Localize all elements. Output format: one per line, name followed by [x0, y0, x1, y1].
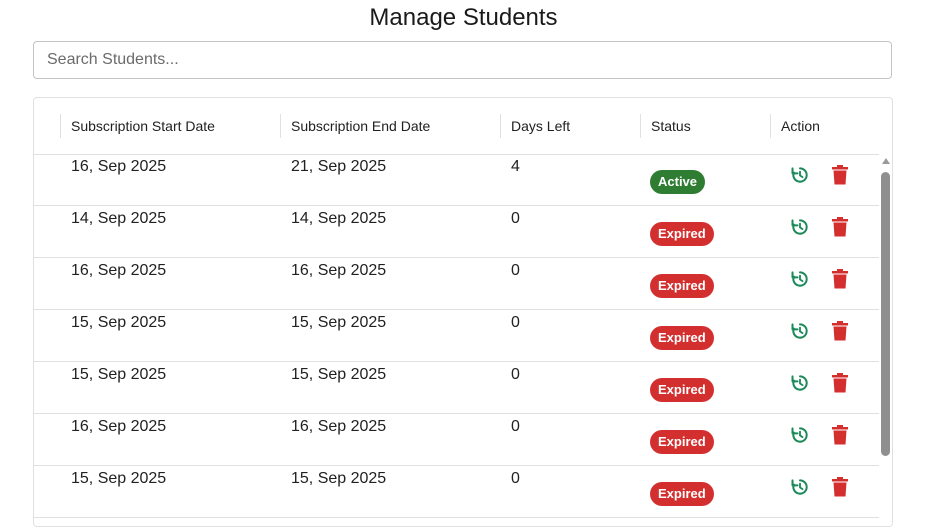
end-date-cell: 16, Sep 2025 — [291, 418, 387, 435]
end-date-cell: 15, Sep 2025 — [291, 314, 387, 331]
renew-icon — [791, 375, 808, 391]
column-header-action: Action — [781, 118, 820, 134]
status-badge: Expired — [650, 482, 714, 506]
table-row: 14, Sep 2025 14, Sep 2025 0 Expired — [34, 206, 879, 258]
status-badge: Expired — [650, 274, 714, 298]
column-separator[interactable] — [500, 114, 501, 138]
trash-icon — [832, 373, 848, 393]
table-row: 15, Sep 2025 15, Sep 2025 0 Expired — [34, 310, 879, 362]
renew-icon — [791, 167, 808, 183]
renew-icon — [791, 271, 808, 287]
renew-icon — [791, 427, 808, 443]
end-date-cell: 21, Sep 2025 — [291, 158, 387, 175]
column-separator[interactable] — [60, 114, 61, 138]
delete-button[interactable] — [829, 164, 851, 186]
students-table: Subscription Start Date Subscription End… — [33, 97, 893, 527]
trash-icon — [832, 321, 848, 341]
vertical-scrollbar[interactable] — [879, 154, 892, 526]
days-left-cell: 0 — [511, 262, 520, 279]
search-input[interactable] — [34, 42, 891, 78]
days-left-cell: 0 — [511, 470, 520, 487]
status-badge: Expired — [650, 430, 714, 454]
renew-button[interactable] — [789, 372, 811, 394]
column-separator[interactable] — [280, 114, 281, 138]
start-date-cell: 16, Sep 2025 — [71, 418, 167, 435]
trash-icon — [832, 269, 848, 289]
days-left-cell: 0 — [511, 210, 520, 227]
start-date-cell: 15, Sep 2025 — [71, 314, 167, 331]
scroll-up-arrow-icon[interactable] — [882, 158, 890, 164]
start-date-cell: 15, Sep 2025 — [71, 366, 167, 383]
trash-icon — [832, 165, 848, 185]
trash-icon — [832, 477, 848, 497]
table-row: 15, Sep 2025 15, Sep 2025 0 Expired — [34, 466, 879, 518]
start-date-cell: 16, Sep 2025 — [71, 158, 167, 175]
renew-button[interactable] — [789, 216, 811, 238]
status-badge: Active — [650, 170, 706, 194]
renew-button[interactable] — [789, 164, 811, 186]
column-header-days-left[interactable]: Days Left — [511, 98, 570, 154]
renew-button[interactable] — [789, 424, 811, 446]
table-row: 15, Sep 2025 15, Sep 2025 0 Expired — [34, 362, 879, 414]
start-date-cell: 16, Sep 2025 — [71, 262, 167, 279]
delete-button[interactable] — [829, 476, 851, 498]
end-date-cell: 15, Sep 2025 — [291, 470, 387, 487]
page-title: Manage Students — [369, 4, 558, 31]
delete-button[interactable] — [829, 320, 851, 342]
days-left-cell: 4 — [511, 158, 520, 175]
column-header-end-date[interactable]: Subscription End Date — [291, 98, 430, 154]
days-left-cell: 0 — [511, 366, 520, 383]
renew-icon — [791, 219, 808, 235]
trash-icon — [832, 425, 848, 445]
column-separator[interactable] — [770, 114, 771, 138]
column-header-status[interactable]: Status — [651, 98, 691, 154]
renew-icon — [791, 479, 808, 495]
delete-button[interactable] — [829, 268, 851, 290]
delete-button[interactable] — [829, 216, 851, 238]
table-body: 16, Sep 2025 21, Sep 2025 4 Active 14, S… — [34, 154, 879, 526]
table-row: 16, Sep 2025 16, Sep 2025 0 Expired — [34, 414, 879, 466]
days-left-cell: 0 — [511, 418, 520, 435]
table-row: 16, Sep 2025 16, Sep 2025 0 Expired — [34, 258, 879, 310]
scrollbar-thumb[interactable] — [881, 172, 890, 456]
start-date-cell: 14, Sep 2025 — [71, 210, 167, 227]
search-field[interactable] — [33, 41, 892, 79]
column-header-start-date[interactable]: Subscription Start Date — [71, 98, 215, 154]
end-date-cell: 15, Sep 2025 — [291, 366, 387, 383]
delete-button[interactable] — [829, 424, 851, 446]
column-separator[interactable] — [640, 114, 641, 138]
renew-button[interactable] — [789, 320, 811, 342]
end-date-cell: 14, Sep 2025 — [291, 210, 387, 227]
status-badge: Expired — [650, 326, 714, 350]
start-date-cell: 15, Sep 2025 — [71, 470, 167, 487]
renew-button[interactable] — [789, 268, 811, 290]
renew-icon — [791, 323, 808, 339]
delete-button[interactable] — [829, 372, 851, 394]
trash-icon — [832, 217, 848, 237]
table-row: 16, Sep 2025 21, Sep 2025 4 Active — [34, 154, 879, 206]
status-badge: Expired — [650, 222, 714, 246]
end-date-cell: 16, Sep 2025 — [291, 262, 387, 279]
status-badge: Expired — [650, 378, 714, 402]
table-header: Subscription Start Date Subscription End… — [34, 98, 892, 155]
renew-button[interactable] — [789, 476, 811, 498]
days-left-cell: 0 — [511, 314, 520, 331]
